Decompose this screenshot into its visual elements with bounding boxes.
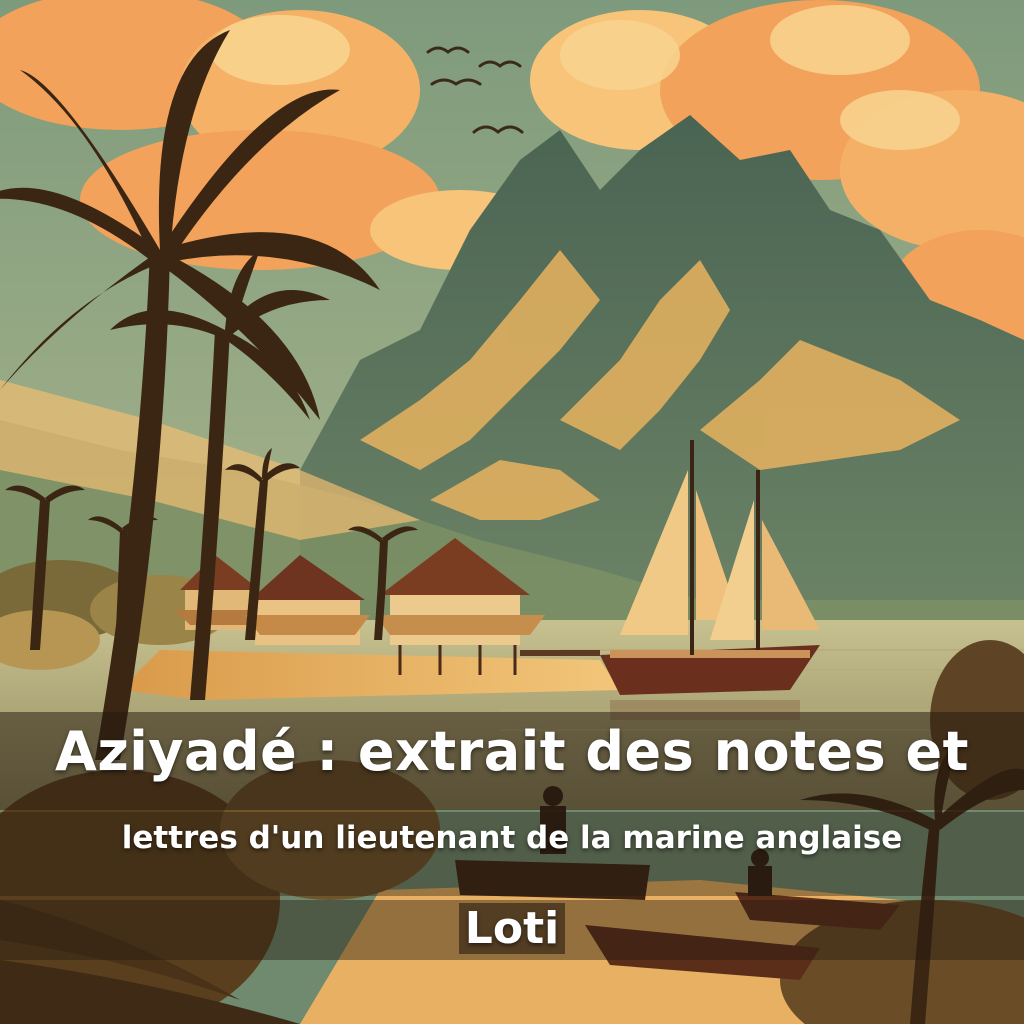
book-title: Aziyadé : extrait des notes et [55,720,969,783]
author-name: Loti [458,903,566,954]
book-cover: Aziyadé : extrait des notes et lettres d… [0,0,1024,1024]
author-name-wrap: Loti [0,903,1024,954]
book-subtitle: lettres d'un lieutenant de la marine ang… [121,820,903,856]
